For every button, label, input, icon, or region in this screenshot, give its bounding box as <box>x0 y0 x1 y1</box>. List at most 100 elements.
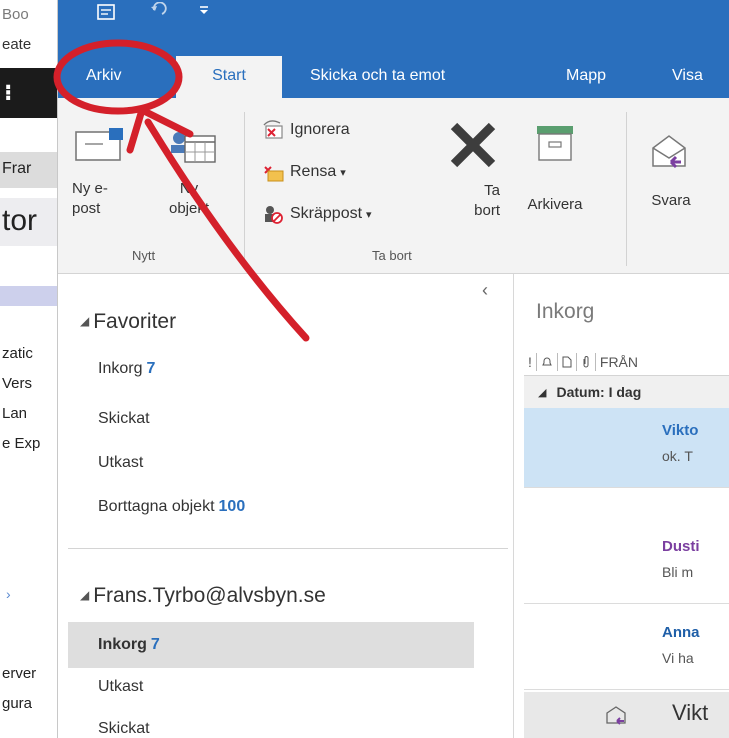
message-row[interactable]: Vikto ok. T <box>524 408 729 488</box>
background-window: Boo eate ⁝ Frar tor zatic Vers Lan e Exp… <box>0 0 58 738</box>
background-window-item: zatic <box>2 345 33 362</box>
folder-name: Skickat <box>98 720 150 737</box>
ignore-icon <box>263 120 283 139</box>
junk-label: Skräppost <box>290 205 363 222</box>
expand-triangle-icon: ◢ <box>80 314 90 328</box>
unread-count: 7 <box>150 636 160 653</box>
unread-count: 7 <box>146 360 156 377</box>
message-row[interactable]: Dusti Bli m <box>524 524 729 604</box>
date-group-label: Datum: I dag <box>556 384 642 400</box>
from-column-header[interactable]: FRÅN <box>596 353 642 371</box>
tab-send-receive[interactable]: Skicka och ta emot <box>296 56 459 98</box>
new-email-label: Ny e- post <box>72 180 108 217</box>
folder-name: Utkast <box>98 454 144 471</box>
message-list-pane: Inkorg ! FRÅN ◢ Datum: I dag Vikto ok. T … <box>514 274 729 738</box>
archive-box-icon <box>537 126 573 161</box>
new-items-icon <box>171 132 216 163</box>
message-preview: Bli m <box>662 564 694 580</box>
archive-button[interactable]: Arkivera <box>518 122 592 215</box>
pane-divider <box>68 548 508 549</box>
message-list-title: Inkorg <box>536 300 595 323</box>
envelope-icon <box>75 128 123 161</box>
message-sender: Vikto <box>662 422 699 439</box>
attachment-column-icon[interactable] <box>577 352 596 371</box>
favorite-folder-deleted[interactable]: Borttagna objekt 100 <box>98 498 245 516</box>
ribbon-separator <box>626 112 627 266</box>
reminder-column-icon[interactable] <box>537 352 558 371</box>
background-app-icon: ⁝ <box>4 80 13 105</box>
junk-dropdown-icon: ▾ <box>366 208 372 221</box>
account-folder-drafts[interactable]: Utkast <box>98 678 143 696</box>
tab-arkiv[interactable]: Arkiv <box>72 56 136 98</box>
clean-up-label: Rensa <box>290 163 337 180</box>
ignore-label: Ignorera <box>290 121 350 138</box>
message-sender: Anna <box>662 624 700 641</box>
background-window-item: Vers <box>2 375 33 392</box>
delete-x-icon <box>450 122 496 168</box>
background-window-highlight <box>0 286 57 306</box>
send-receive-icon[interactable] <box>96 2 116 27</box>
archive-label: Arkivera <box>527 196 583 213</box>
folder-name: Borttagna objekt <box>98 498 215 515</box>
background-window-item: erver <box>2 665 37 682</box>
collapse-pane-icon[interactable]: ‹ <box>482 280 488 301</box>
document-column-icon[interactable] <box>558 352 577 371</box>
folder-name: Inkorg <box>98 360 143 377</box>
importance-column-icon[interactable]: ! <box>524 352 537 371</box>
junk-button[interactable]: Skräppost ▾ <box>262 200 372 228</box>
ribbon-tabs: Arkiv Start Skicka och ta emot Mapp Visa <box>58 48 729 98</box>
tab-start[interactable]: Start <box>176 56 282 98</box>
reading-pane-header: Vikt <box>524 692 729 738</box>
undo-icon[interactable] <box>150 0 168 21</box>
reply-label: Svara <box>651 192 691 209</box>
message-preview: Vi ha <box>662 650 694 666</box>
delete-label: Ta bort <box>474 182 500 219</box>
tab-folder[interactable]: Mapp <box>552 56 620 98</box>
delete-button[interactable]: Ta bort <box>442 118 504 221</box>
background-window-item: gura <box>2 695 33 712</box>
favorite-folder-sent[interactable]: Skickat <box>98 410 150 428</box>
ribbon: Ny e- post Ny objekt Nytt Ignorera Rensa <box>58 98 729 274</box>
ignore-button[interactable]: Ignorera <box>262 116 350 144</box>
favorites-label: Favoriter <box>93 310 177 333</box>
account-folder-inbox[interactable]: Inkorg 7 <box>98 636 160 654</box>
favorite-folder-inbox[interactable]: Inkorg 7 <box>98 360 155 378</box>
folder-name: Skickat <box>98 410 150 427</box>
title-bar <box>58 0 729 48</box>
expand-triangle-icon: ◢ <box>80 588 90 602</box>
favorites-header[interactable]: ◢ Favoriter <box>80 310 176 334</box>
collapse-triangle-icon: ◢ <box>538 386 547 399</box>
message-column-header: ! FRÅN <box>524 348 729 376</box>
favorite-folder-drafts[interactable]: Utkast <box>98 454 143 472</box>
clean-up-button[interactable]: Rensa ▾ <box>262 158 346 186</box>
background-window-icon: › <box>6 586 11 602</box>
reading-pane-sender: Vikt <box>672 700 709 725</box>
background-window-item: e Exp <box>2 435 41 452</box>
customize-toolbar-icon[interactable] <box>198 0 210 21</box>
folder-name: Utkast <box>98 678 144 695</box>
new-email-button[interactable]: Ny e- post <box>72 128 130 219</box>
background-window-heading: tor <box>0 198 57 246</box>
reply-button[interactable]: Svara <box>640 132 702 211</box>
background-window-text: eate <box>2 36 32 53</box>
new-items-button[interactable]: Ny objekt <box>152 128 226 219</box>
junk-icon <box>265 206 283 224</box>
account-header[interactable]: ◢ Frans.Tyrbo@alvsbyn.se <box>80 584 326 608</box>
message-row[interactable]: Anna Vi ha <box>524 610 729 690</box>
date-group-header[interactable]: ◢ Datum: I dag <box>524 376 729 408</box>
clean-up-dropdown-icon: ▾ <box>340 166 346 179</box>
tab-view[interactable]: Visa <box>658 56 717 98</box>
new-items-label: Ny objekt <box>168 180 210 217</box>
clean-up-icon <box>264 166 284 182</box>
background-window-title: Boo <box>2 6 29 23</box>
message-sender: Dusti <box>662 538 700 555</box>
folder-name: Inkorg <box>98 636 147 653</box>
group-label-delete: Ta bort <box>372 248 412 263</box>
reply-icon <box>652 135 686 169</box>
account-label: Frans.Tyrbo@alvsbyn.se <box>93 584 326 607</box>
account-folder-sent[interactable]: Skickat <box>98 720 150 738</box>
background-window-item: Lan <box>2 405 28 422</box>
unread-count: 100 <box>218 498 246 515</box>
background-window-toolbar: ⁝ <box>0 68 57 118</box>
background-window-tab: Frar <box>0 152 57 188</box>
